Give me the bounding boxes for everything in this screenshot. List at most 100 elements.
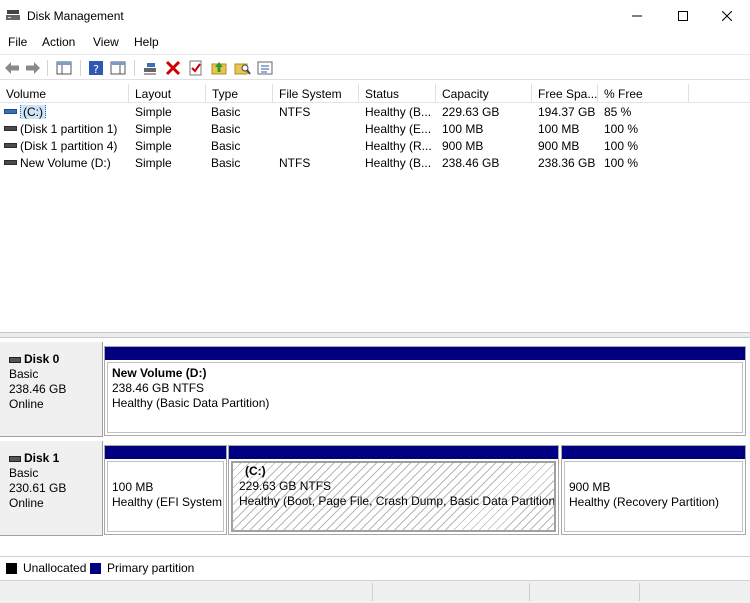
partition-status: Healthy (Boot, Page File, Crash Dump, Ba… <box>239 494 556 508</box>
partition-color-bar <box>105 446 226 459</box>
status-pane <box>639 583 750 601</box>
partition-body: 100 MB Healthy (EFI System <box>107 461 224 532</box>
toolbar-separator <box>80 60 81 76</box>
volume-cell: (C:) <box>4 105 46 119</box>
minimize-button[interactable] <box>614 0 660 32</box>
volume-icon <box>4 143 17 149</box>
partition-size: 100 MB <box>112 480 154 494</box>
volume-name: New Volume (D:) <box>20 156 111 170</box>
status-bar <box>0 580 750 603</box>
type-cell: Basic <box>211 139 241 153</box>
column-status[interactable]: Status <box>359 84 436 103</box>
close-icon <box>722 11 732 21</box>
disk-name-text: Disk 1 <box>24 451 60 465</box>
partition-color-bar <box>105 347 745 360</box>
fs-cell: NTFS <box>279 105 311 119</box>
partition-size: 229.63 GB NTFS <box>239 479 332 493</box>
volume-icon <box>4 160 17 166</box>
disk-graphical-view: Disk 0 Basic 238.46 GB Online New Volume… <box>0 338 750 550</box>
column-layout[interactable]: Layout <box>129 84 206 103</box>
console-tree-icon[interactable] <box>55 59 73 77</box>
percent-free-cell: 85 % <box>604 105 632 119</box>
maximize-icon <box>678 11 688 21</box>
partition-body-selected: (C:) 229.63 GB NTFS Healthy (Boot, Page … <box>231 461 556 532</box>
forward-arrow-icon[interactable] <box>24 59 42 77</box>
type-cell: Basic <box>211 156 241 170</box>
disk-1-name: Disk 1 <box>9 451 102 466</box>
partition-size: 238.46 GB NTFS <box>112 381 205 395</box>
checkmark-icon[interactable] <box>187 59 205 77</box>
disk-management-app-icon <box>6 10 20 20</box>
partition-efi[interactable]: 100 MB Healthy (EFI System <box>104 445 227 535</box>
volume-name: (C:) <box>20 105 46 119</box>
volume-icon <box>4 126 17 132</box>
partition-name: (C:) <box>245 464 266 478</box>
disk-state: Online <box>9 397 44 411</box>
back-arrow-icon[interactable] <box>3 59 21 77</box>
layout-cell: Simple <box>135 122 172 136</box>
layout-cell: Simple <box>135 156 172 170</box>
column-percent-free[interactable]: % Free <box>598 84 689 103</box>
partition-body: New Volume (D:) 238.46 GB NTFS Healthy (… <box>107 362 743 433</box>
table-row[interactable]: (Disk 1 partition 4) Simple Basic Health… <box>0 138 750 155</box>
table-row[interactable]: (Disk 1 partition 1) Simple Basic Health… <box>0 121 750 138</box>
free-space-cell: 100 MB <box>538 122 580 136</box>
column-volume[interactable]: Volume <box>0 84 129 103</box>
disk-icon <box>9 356 21 363</box>
legend-label: Unallocated <box>23 561 87 575</box>
partition-new-volume-d[interactable]: New Volume (D:) 238.46 GB NTFS Healthy (… <box>104 346 746 436</box>
legend-swatch-primary <box>90 562 101 574</box>
folder-up-icon[interactable] <box>210 59 228 77</box>
partition-status: Healthy (EFI System <box>112 495 223 509</box>
maximize-button[interactable] <box>660 0 706 32</box>
type-cell: Basic <box>211 122 241 136</box>
volume-list: Volume Layout Type File System Status Ca… <box>0 84 750 332</box>
properties-icon[interactable] <box>256 59 274 77</box>
partition-color-bar <box>562 446 745 459</box>
column-capacity[interactable]: Capacity <box>436 84 532 103</box>
title-bar: Disk Management <box>0 0 750 32</box>
system-volume-icon <box>4 109 17 115</box>
capacity-cell: 900 MB <box>442 139 484 153</box>
volume-cell: (Disk 1 partition 1) <box>4 122 117 136</box>
table-row[interactable]: New Volume (D:) Simple Basic NTFS Health… <box>0 155 750 172</box>
search-folder-icon[interactable] <box>233 59 251 77</box>
partition-name: New Volume (D:) <box>112 366 207 380</box>
capacity-cell: 238.46 GB <box>442 156 500 170</box>
column-free-space[interactable]: Free Spa... <box>532 84 598 103</box>
column-type[interactable]: Type <box>206 84 273 103</box>
status-pane <box>529 583 639 601</box>
disk-type: Basic <box>9 367 39 381</box>
disk-0-label[interactable]: Disk 0 Basic 238.46 GB Online <box>0 342 103 437</box>
delete-icon[interactable] <box>164 59 182 77</box>
menu-action[interactable]: Action <box>42 35 75 49</box>
volume-name: (Disk 1 partition 1) <box>20 122 118 136</box>
volume-name: (Disk 1 partition 4) <box>20 139 118 153</box>
toolbar: ? <box>0 54 750 80</box>
disk-type: Basic <box>9 466 39 480</box>
menu-file[interactable]: File <box>8 35 27 49</box>
menu-help[interactable]: Help <box>134 35 159 49</box>
disk-1-label[interactable]: Disk 1 Basic 230.61 GB Online <box>0 441 103 536</box>
close-button[interactable] <box>704 0 750 32</box>
connect-disk-icon[interactable] <box>141 59 159 77</box>
properties-pane-icon[interactable] <box>109 59 127 77</box>
column-file-system[interactable]: File System <box>273 84 359 103</box>
partition-recovery[interactable]: 900 MB Healthy (Recovery Partition) <box>561 445 746 535</box>
partition-c[interactable]: (C:) 229.63 GB NTFS Healthy (Boot, Page … <box>228 445 559 535</box>
free-space-cell: 194.37 GB <box>538 105 596 119</box>
disk-0-name: Disk 0 <box>9 352 102 367</box>
legend-swatch-unallocated <box>6 562 17 574</box>
column-header: Volume Layout Type File System Status Ca… <box>0 84 750 103</box>
partition-color-bar <box>229 446 558 459</box>
menu-bar: File Action View Help <box>0 32 750 54</box>
legend: Unallocated Primary partition <box>0 556 750 578</box>
table-row[interactable]: (C:) Simple Basic NTFS Healthy (B... 229… <box>0 104 750 121</box>
free-space-cell: 900 MB <box>538 139 580 153</box>
menu-view[interactable]: View <box>93 35 119 49</box>
layout-cell: Simple <box>135 139 172 153</box>
help-icon[interactable]: ? <box>87 59 105 77</box>
legend-label: Primary partition <box>107 561 195 575</box>
percent-free-cell: 100 % <box>604 156 639 170</box>
status-cell: Healthy (R... <box>365 139 432 153</box>
